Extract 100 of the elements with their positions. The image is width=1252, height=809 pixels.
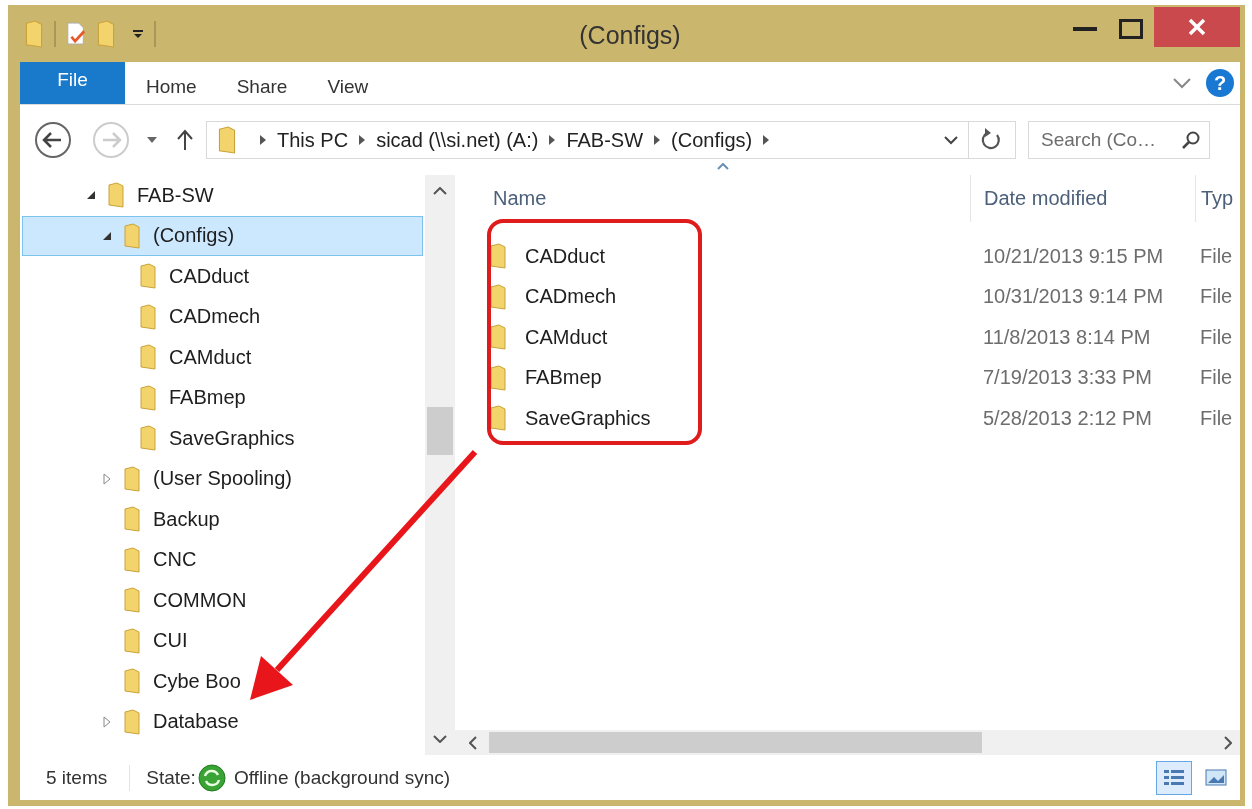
tree-item[interactable]: SaveGraphics — [22, 418, 423, 459]
ribbon-tab[interactable]: Share — [217, 62, 307, 104]
address-bar[interactable]: This PC sicad (\\si.net) (A:) FAB-SW (Configs) — [206, 121, 1016, 159]
horizontal-scrollbar[interactable] — [455, 730, 1240, 755]
folder-icon — [139, 303, 157, 330]
folder-icon — [123, 708, 141, 735]
up-arrow-icon[interactable] — [176, 129, 194, 151]
chevron-right-icon[interactable] — [653, 134, 662, 146]
expand-ribbon-icon[interactable] — [1172, 77, 1192, 89]
folder-icon — [123, 587, 141, 614]
minimize-icon — [1073, 27, 1097, 31]
folder-icon — [123, 627, 141, 654]
file-name[interactable]: FABmep — [525, 366, 602, 390]
type-cell: File — [1200, 244, 1233, 268]
tree-item[interactable]: Database — [22, 701, 423, 742]
folder-icon — [217, 126, 237, 154]
tree-item[interactable]: FAB-SW — [22, 175, 423, 216]
tree-item[interactable]: CAMduct — [22, 337, 423, 378]
file-name[interactable]: CADmech — [525, 285, 617, 309]
date-modified-cell: 7/19/2013 3:33 PM — [983, 366, 1152, 390]
maximize-icon — [1119, 19, 1143, 39]
tree-item[interactable]: CUI — [22, 620, 423, 661]
customize-dropdown-icon[interactable] — [132, 27, 144, 40]
sync-icon — [197, 763, 226, 792]
scrollbar-thumb[interactable] — [427, 407, 453, 455]
folder-icon — [139, 344, 157, 371]
date-modified-cell: 11/8/2013 8:14 PM — [983, 325, 1151, 349]
column-header[interactable]: Typ — [1201, 187, 1234, 210]
folder-icon — [123, 546, 141, 573]
chevron-right-icon[interactable] — [358, 134, 367, 146]
chevron-right-icon[interactable] — [762, 134, 771, 146]
expanded-icon[interactable] — [86, 190, 96, 201]
type-cell: File — [1200, 285, 1233, 309]
details-view-icon — [1163, 767, 1185, 788]
tree-item[interactable]: Backup — [22, 499, 423, 540]
back-icon[interactable] — [34, 121, 72, 159]
search-field[interactable]: Search (Co… — [1028, 121, 1210, 159]
breadcrumb[interactable]: (Configs) — [671, 128, 753, 152]
folder-icon — [139, 384, 157, 411]
scroll-right-icon[interactable] — [1224, 735, 1232, 750]
ribbon-tab[interactable]: Home — [127, 62, 216, 104]
folder-icon — [489, 324, 507, 351]
folder-icon — [489, 405, 507, 432]
scroll-down-icon[interactable] — [433, 735, 447, 743]
folder-icon — [123, 222, 141, 249]
type-cell: File — [1200, 366, 1233, 390]
collapsed-icon[interactable] — [103, 715, 111, 728]
address-dropdown-icon[interactable] — [944, 135, 958, 145]
tree-item[interactable]: (User Spooling) — [22, 458, 423, 499]
tree-item[interactable]: Cybe Boo — [22, 661, 423, 702]
close-icon — [1188, 18, 1206, 36]
properties-icon[interactable] — [66, 19, 86, 48]
file-tab[interactable]: File — [20, 62, 125, 104]
expanded-icon[interactable] — [102, 230, 112, 241]
folder-icon — [123, 506, 141, 533]
folder-icon — [489, 283, 507, 310]
chevron-right-icon[interactable] — [259, 134, 267, 146]
scroll-left-icon[interactable] — [469, 735, 477, 750]
collapsed-icon[interactable] — [103, 472, 111, 485]
help-button[interactable]: ? — [1206, 69, 1234, 97]
scrollbar-thumb[interactable] — [489, 732, 982, 753]
column-header[interactable]: Name — [493, 187, 547, 210]
file-name[interactable]: CADduct — [525, 244, 606, 268]
breadcrumb[interactable]: FAB-SW — [566, 128, 644, 152]
ribbon-tab[interactable]: View — [308, 62, 388, 104]
recent-locations-icon[interactable] — [146, 136, 158, 144]
item-count: 5 items — [46, 766, 108, 789]
folder-icon — [123, 668, 141, 695]
type-cell: File — [1200, 325, 1233, 349]
folder-icon — [139, 425, 157, 452]
folder-icon — [489, 364, 507, 391]
file-name[interactable]: SaveGraphics — [525, 406, 651, 430]
tree-item[interactable]: CADmech — [22, 296, 423, 337]
file-name[interactable]: CAMduct — [525, 325, 608, 349]
vertical-scrollbar[interactable] — [425, 175, 455, 755]
date-modified-cell: 5/28/2013 2:12 PM — [983, 406, 1152, 430]
details-view-button[interactable] — [1156, 760, 1192, 795]
type-cell: File — [1200, 406, 1233, 430]
chevron-right-icon[interactable] — [548, 134, 557, 146]
tree-item[interactable]: CADduct — [22, 256, 423, 297]
folder-icon — [139, 263, 157, 290]
breadcrumb[interactable]: sicad (\\si.net) (A:) — [376, 128, 539, 152]
tree-item[interactable]: (Configs) — [22, 215, 423, 256]
window-title: (Configs) — [578, 21, 682, 50]
breadcrumb[interactable]: This PC — [277, 128, 349, 152]
close-button[interactable] — [1154, 7, 1240, 47]
column-header[interactable]: Date modified — [984, 187, 1108, 210]
tree-item[interactable]: FABmep — [22, 377, 423, 418]
picture-icon — [1205, 767, 1227, 788]
state-label: State: — [146, 766, 196, 789]
tree-item[interactable]: COMMON — [22, 580, 423, 621]
tree-item[interactable]: CNC — [22, 539, 423, 580]
sync-state: Offline (background sync) — [233, 766, 451, 789]
date-modified-cell: 10/31/2013 9:14 PM — [983, 285, 1164, 309]
folder-icon — [123, 465, 141, 492]
sort-ascending-icon — [717, 163, 729, 170]
folder-icon — [107, 182, 125, 209]
search-icon — [1181, 130, 1201, 150]
scroll-up-icon[interactable] — [433, 187, 447, 195]
folder-icon — [489, 243, 507, 270]
